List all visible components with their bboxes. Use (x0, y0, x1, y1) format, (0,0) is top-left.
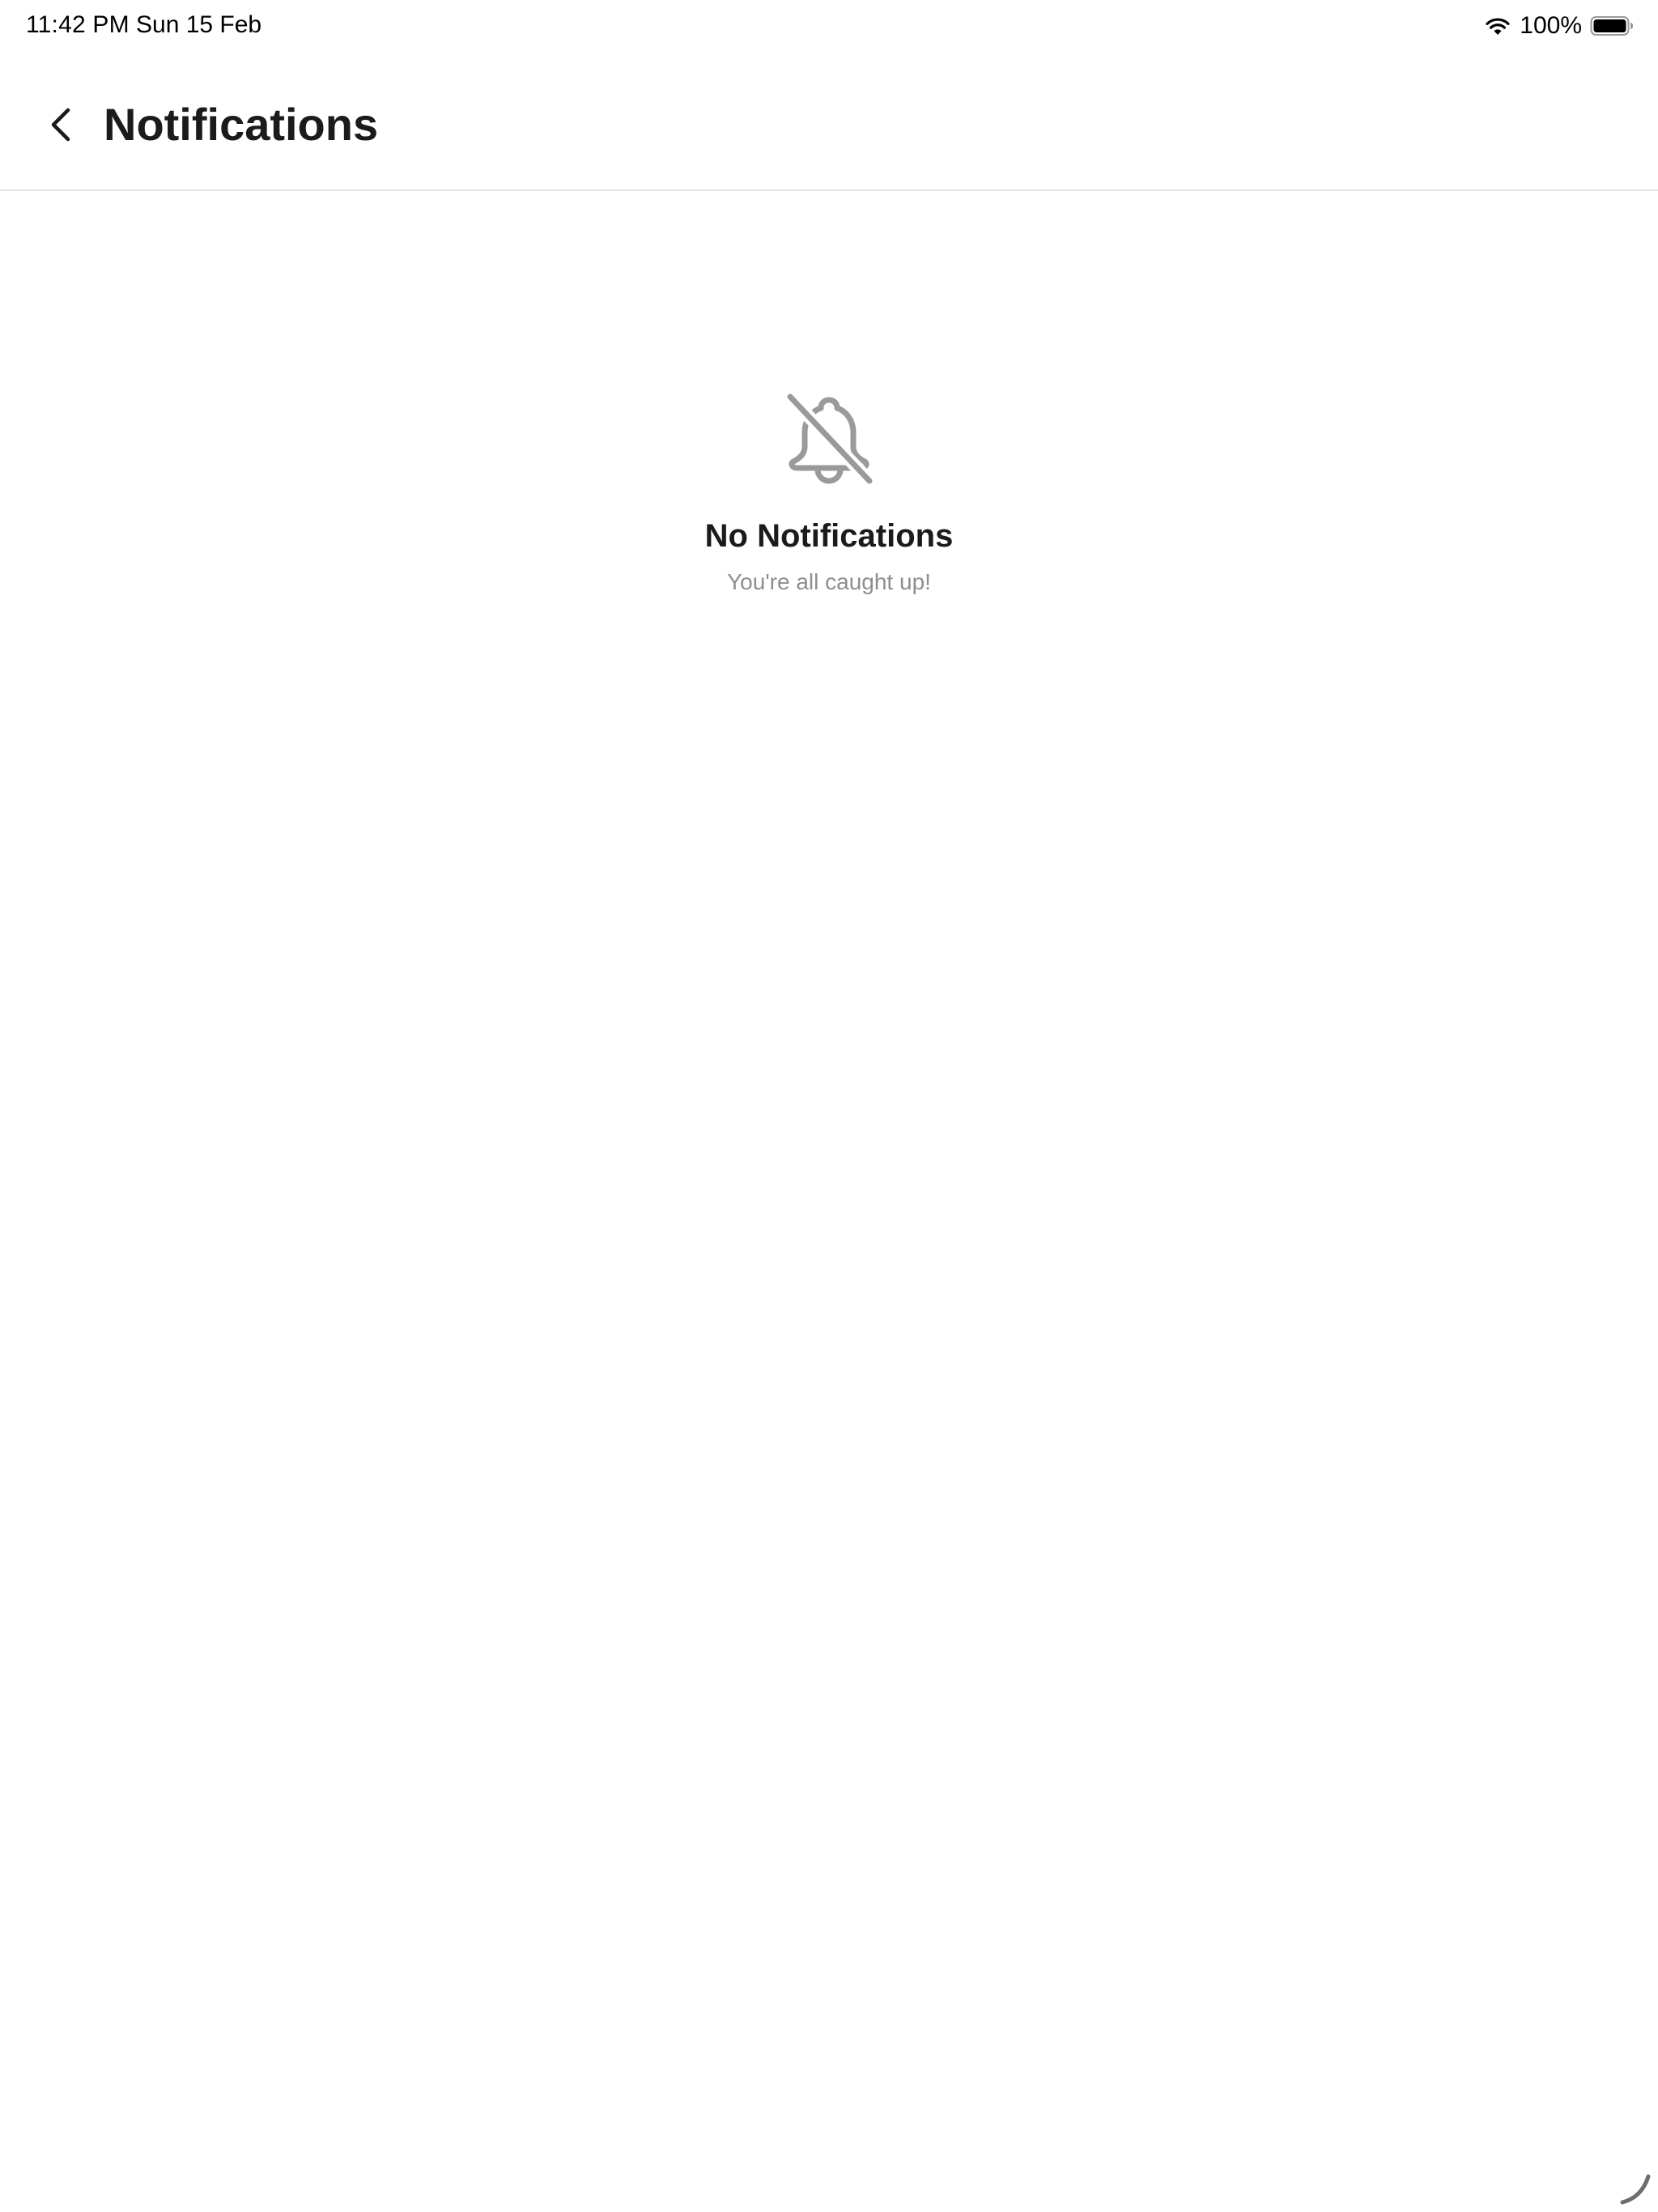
navigation-header: Notifications (0, 52, 1658, 191)
status-time: 11:42 PM (26, 11, 130, 38)
back-button[interactable] (36, 99, 87, 151)
page-title: Notifications (104, 99, 379, 150)
empty-state-title: No Notifications (704, 518, 954, 554)
status-bar: 11:42 PM Sun 15 Feb 100% (0, 0, 1658, 52)
chevron-left-icon (51, 108, 70, 142)
status-indicators: 100% (1484, 11, 1634, 40)
bell-slash-icon (782, 389, 876, 486)
empty-state: No Notifications You're all caught up! (0, 389, 1658, 595)
battery-full-icon (1590, 16, 1633, 36)
notifications-screen: 11:42 PM Sun 15 Feb 100% Notifications N… (0, 0, 1658, 2212)
battery-percent: 100% (1520, 12, 1582, 39)
wifi-icon (1486, 18, 1510, 35)
empty-state-subtitle: You're all caught up! (727, 569, 931, 594)
loading-spinner-icon (1620, 2174, 1651, 2205)
status-date: Sun 15 Feb (136, 11, 262, 38)
